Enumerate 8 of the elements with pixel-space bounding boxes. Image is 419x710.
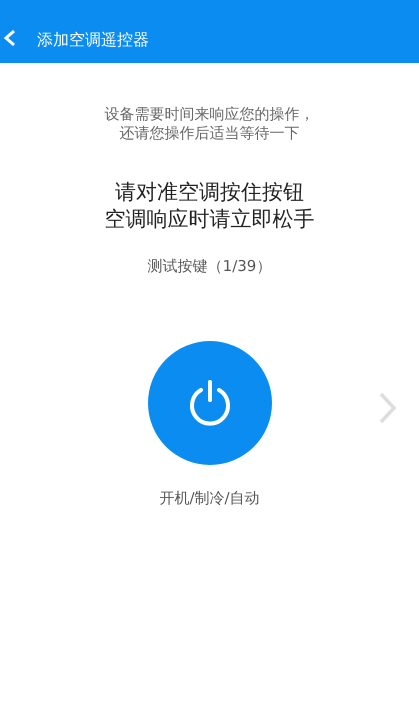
key-label: 开机/制冷/自动: [159, 489, 260, 508]
progress-text: 测试按键（1/39）: [148, 257, 272, 276]
instruction-text: 请对准空调按住按钮: [115, 179, 304, 206]
hint-text: 还请您操作后适当等待一下: [120, 124, 300, 142]
instruction-text: 空调响应时请立即松手: [104, 206, 314, 233]
hint-text: 设备需要时间来响应您的操作，: [104, 105, 314, 123]
page-title: 添加空调遥控器: [37, 30, 149, 51]
back-icon[interactable]: [3, 29, 17, 47]
